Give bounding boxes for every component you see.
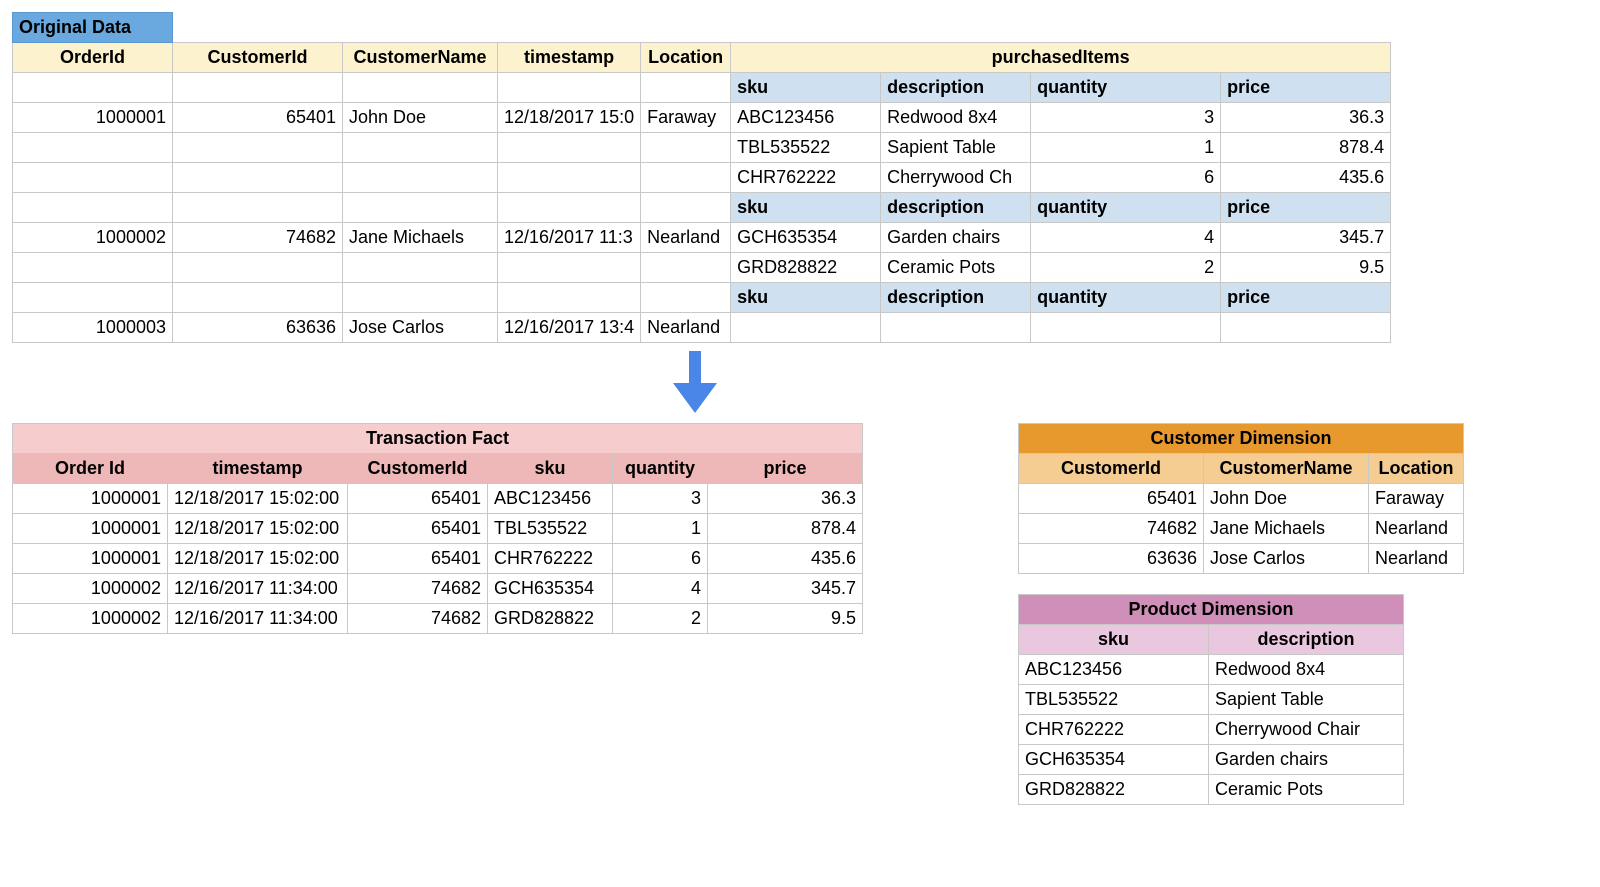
table-row: 100000274682Jane Michaels12/16/2017 11:3… — [13, 223, 1391, 253]
table-row: 100000112/18/2017 15:02:0065401ABC123456… — [13, 484, 863, 514]
table-row: 65401John DoeFaraway — [1019, 484, 1464, 514]
product-dimension-title: Product Dimension — [1019, 595, 1404, 625]
arrow-down-icon — [12, 343, 1377, 423]
table-row: TBL535522Sapient Table1878.4 — [13, 133, 1391, 163]
table-row: 100000165401John Doe12/18/2017 15:0Faraw… — [13, 103, 1391, 133]
table-row: CHR762222Cherrywood Chair — [1019, 715, 1404, 745]
product-dimension-table: Product DimensionskudescriptionABC123456… — [1018, 594, 1404, 805]
table-row: GCH635354Garden chairs — [1019, 745, 1404, 775]
table-row: 100000363636Jose Carlos12/16/2017 13:4Ne… — [13, 313, 1391, 343]
table-row: 100000112/18/2017 15:02:0065401CHR762222… — [13, 544, 863, 574]
table-row: GRD828822Ceramic Pots — [1019, 775, 1404, 805]
table-row: ABC123456Redwood 8x4 — [1019, 655, 1404, 685]
table-row: GRD828822Ceramic Pots29.5 — [13, 253, 1391, 283]
table-row: 100000112/18/2017 15:02:0065401TBL535522… — [13, 514, 863, 544]
original-data-badge: Original Data — [13, 13, 173, 43]
customer-dimension-table: Customer DimensionCustomerIdCustomerName… — [1018, 423, 1464, 574]
table-row: 100000212/16/2017 11:34:0074682GRD828822… — [13, 604, 863, 634]
table-row: CHR762222Cherrywood Ch6435.6 — [13, 163, 1391, 193]
transaction-fact-title: Transaction Fact — [13, 424, 863, 454]
original-data-table: Original DataOrderIdCustomerIdCustomerNa… — [12, 12, 1391, 343]
table-row: 74682Jane MichaelsNearland — [1019, 514, 1464, 544]
transaction-fact-table: Transaction FactOrder IdtimestampCustome… — [12, 423, 863, 634]
table-row: 63636Jose CarlosNearland — [1019, 544, 1464, 574]
customer-dimension-title: Customer Dimension — [1019, 424, 1464, 454]
original-header-row: OrderIdCustomerIdCustomerNametimestampLo… — [13, 43, 1391, 73]
table-row: 100000212/16/2017 11:34:0074682GCH635354… — [13, 574, 863, 604]
table-row: TBL535522Sapient Table — [1019, 685, 1404, 715]
